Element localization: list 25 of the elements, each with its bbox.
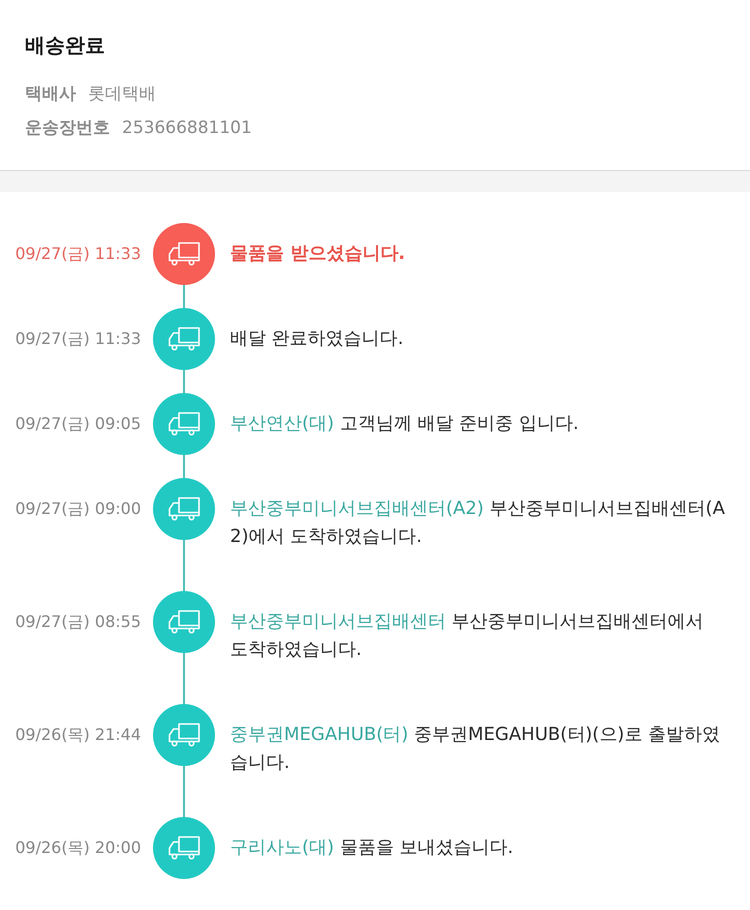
info-value: 253666881101 [122, 117, 252, 140]
event-message: 구리사노(대) 물품을 보내셨습니다. [230, 836, 514, 860]
timeline-connector [183, 653, 185, 704]
timeline-connector [183, 540, 185, 591]
event-time: 09/26(목) 20:00 [15, 837, 141, 859]
timeline-connector [183, 455, 185, 478]
event-time: 09/27(금) 09:00 [15, 498, 141, 520]
event-time: 09/27(금) 11:33 [15, 243, 141, 265]
event-time: 09/27(금) 09:05 [15, 413, 141, 435]
event-message: 물품을 받으셨습니다. [230, 242, 406, 266]
delivery-status-title: 배송완료 [25, 32, 105, 59]
info-label: 운송장번호 [25, 117, 110, 140]
timeline-connector [183, 285, 185, 308]
event-time: 09/27(금) 08:55 [15, 611, 141, 633]
event-time: 09/27(금) 11:33 [15, 328, 141, 350]
info-label: 택배사 [25, 83, 76, 106]
event-message: 중부권MEGAHUB(터) 중부권MEGAHUB(터)(으)로 출발하였습니다. [230, 723, 722, 775]
timeline-connector [183, 766, 185, 817]
event-time: 09/26(목) 21:44 [15, 724, 141, 746]
info-value: 롯데택배 [88, 83, 156, 106]
event-message: 부산중부미니서브집배센터 부산중부미니서브집배센터에서 도착하였습니다. [230, 610, 705, 662]
event-message: 부산연산(대) 고객님께 배달 준비중 입니다. [230, 412, 580, 436]
timeline-connector [183, 370, 185, 393]
event-message: 부산중부미니서브집배센터(A2) 부산중부미니서브집배센터(A2)에서 도착하였습니다. [230, 497, 726, 549]
event-message: 배달 완료하였습니다. [230, 327, 404, 351]
